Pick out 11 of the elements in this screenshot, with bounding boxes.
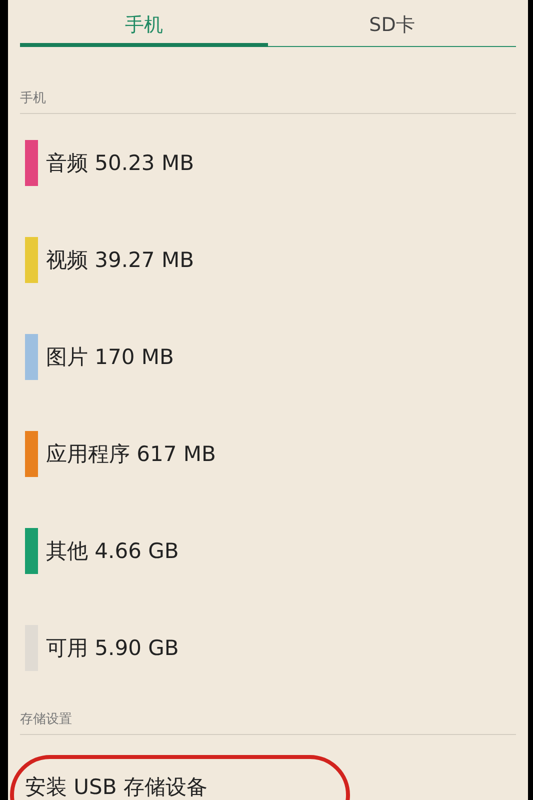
tab[interactable]: 手机 bbox=[20, 0, 268, 47]
section-header: 存储设置 bbox=[20, 710, 516, 735]
tab[interactable]: SD卡 bbox=[268, 0, 516, 47]
settings-item[interactable]: 安装 USB 存储设备 bbox=[25, 775, 208, 799]
section-header: 手机 bbox=[20, 89, 516, 114]
storage-item: 音频 50.23 MB bbox=[46, 150, 194, 176]
storage-item: 可用 5.90 GB bbox=[46, 634, 179, 662]
storage-item: 视频 39.27 MB bbox=[46, 246, 194, 274]
storage-item: 应用程序 617 MB bbox=[46, 440, 216, 468]
storage-item: 图片 170 MB bbox=[46, 344, 174, 370]
storage-item: 其他 4.66 GB bbox=[46, 538, 179, 564]
